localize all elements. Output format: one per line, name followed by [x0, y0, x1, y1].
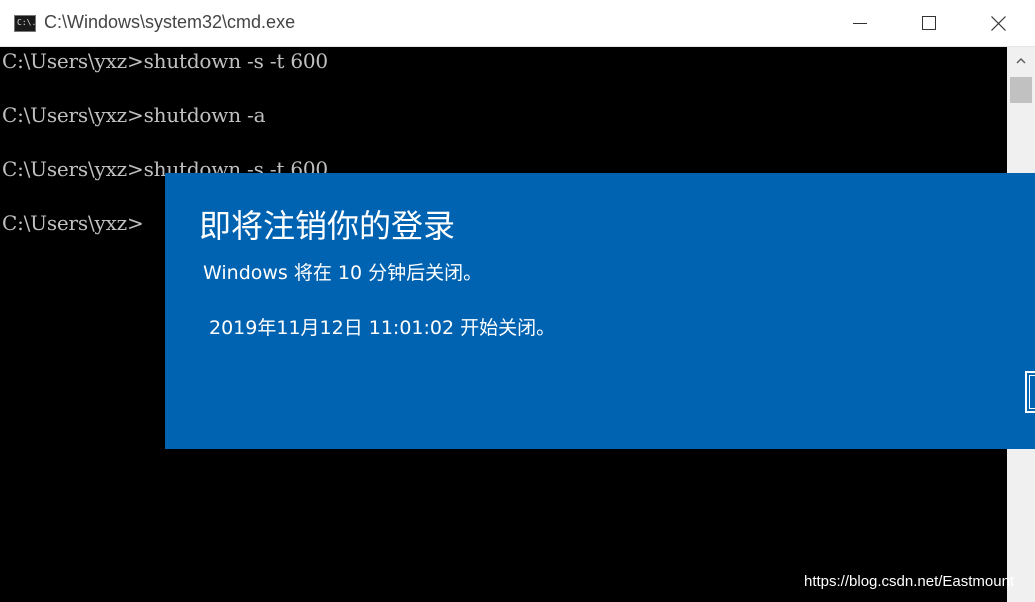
scroll-up-button[interactable] [1007, 47, 1035, 75]
console-line: C:\Users\yxz>shutdown -s -t 600 [2, 49, 328, 73]
console-line: C:\Users\yxz>shutdown -a [2, 103, 266, 127]
close-button[interactable] [964, 0, 1034, 46]
close-icon [991, 16, 1006, 31]
notification-close-button[interactable] [1025, 371, 1035, 413]
notification-time: 2019年11月12日 11:01:02 开始关闭。 [209, 317, 556, 339]
console-prompt: C:\Users\yxz> [2, 211, 144, 235]
window-title: C:\Windows\system32\cmd.exe [44, 12, 296, 32]
shutdown-notification: 即将注销你的登录 Windows 将在 10 分钟后关闭。 2019年11月12… [165, 173, 1035, 449]
scroll-thumb[interactable] [1010, 77, 1032, 103]
chevron-up-icon [1016, 57, 1026, 64]
cmd-icon-label: C:\. [17, 18, 37, 27]
notification-message: Windows 将在 10 分钟后关闭。 [203, 262, 483, 284]
cmd-icon[interactable]: C:\. [14, 15, 36, 32]
cmd-window: C:\. C:\Windows\system32\cmd.exe C:\User… [0, 0, 1035, 602]
watermark: https://blog.csdn.net/Eastmount [804, 573, 1015, 590]
maximize-button[interactable] [894, 0, 964, 46]
notification-title: 即将注销你的登录 [199, 207, 456, 245]
title-bar[interactable]: C:\. C:\Windows\system32\cmd.exe [0, 0, 1035, 47]
minimize-button[interactable] [824, 0, 894, 46]
